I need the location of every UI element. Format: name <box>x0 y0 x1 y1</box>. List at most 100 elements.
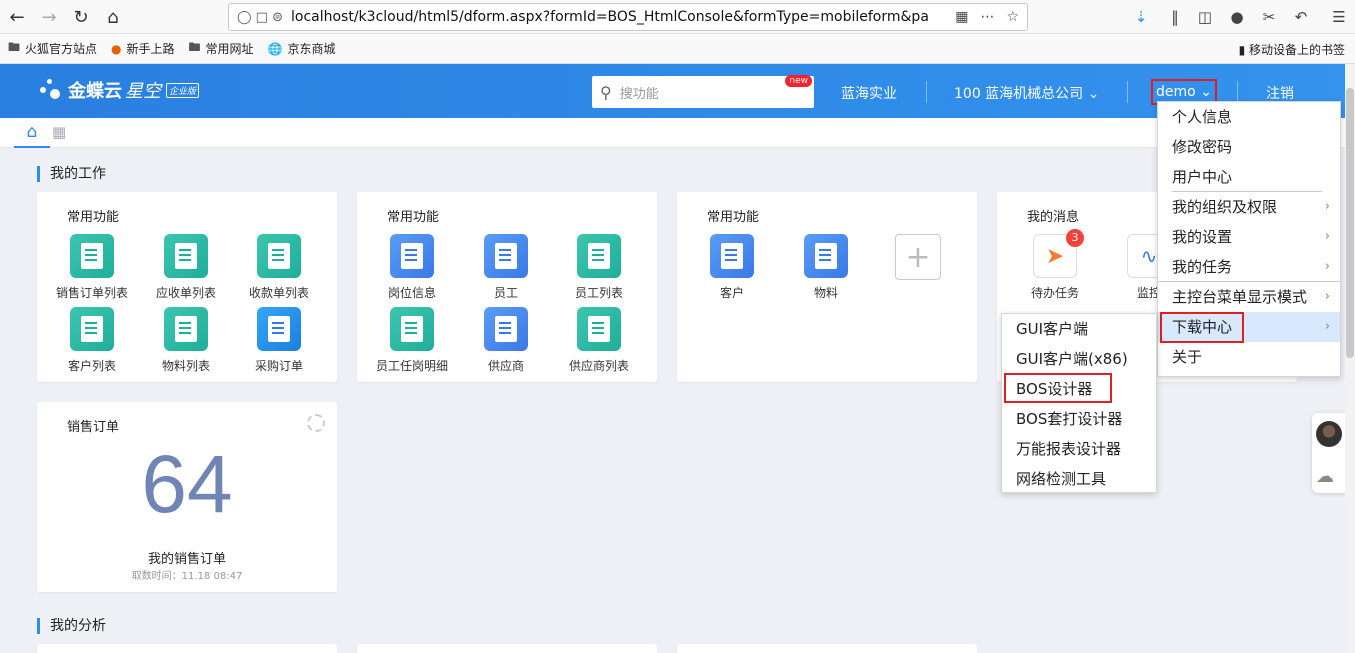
highlight-box <box>1004 373 1112 403</box>
divider <box>1127 81 1128 103</box>
common-functions-card: 常用功能 岗位信息 员工 员工列表 员工任岗明细 供应商 供应商列表 <box>357 192 657 382</box>
card-title: 销售订单 <box>67 420 120 435</box>
bookmark-item[interactable]: 🌐 京东商城 <box>268 40 336 57</box>
bookmark-star-icon[interactable]: ☆ <box>1006 9 1019 25</box>
chevron-right-icon: › <box>1324 259 1330 274</box>
screenshot-icon[interactable]: ✂ <box>1258 6 1280 28</box>
apps-grid-icon[interactable]: ▦ <box>52 123 72 143</box>
url-bar[interactable]: ◯ □ ⊜ localhost/k3cloud/html5/dform.aspx… <box>228 3 1028 31</box>
menu-item-network-tool[interactable]: 网络检测工具 <box>1002 464 1156 494</box>
menu-item-display-mode[interactable]: 主控台菜单显示模式 › <box>1158 282 1340 312</box>
divider <box>1237 81 1238 103</box>
qr-code-icon[interactable]: ▦ <box>955 9 968 25</box>
chevron-right-icon: › <box>1324 289 1330 304</box>
home-icon: ⌂ <box>26 122 38 142</box>
globe-icon: 🌐 <box>267 41 283 56</box>
menu-item-bos-print-designer[interactable]: BOS套打设计器 <box>1002 404 1156 434</box>
tile-purchase-order[interactable]: 采购订单 <box>239 307 319 374</box>
url-text[interactable]: localhost/k3cloud/html5/dform.aspx?formI… <box>291 9 947 25</box>
menu-item-about[interactable]: 关于 <box>1158 342 1340 372</box>
undo-icon[interactable]: ↶ <box>1290 6 1312 28</box>
doc-icon <box>804 234 848 278</box>
sales-order-label: 我的销售订单 <box>147 552 226 567</box>
tab-bar: ⌂ ▦ <box>0 118 1355 148</box>
list-doc-icon <box>164 234 208 278</box>
sales-order-count: 64 <box>141 439 233 530</box>
tile-position-info[interactable]: 岗位信息 <box>372 234 452 301</box>
refresh-icon[interactable] <box>307 414 325 432</box>
chevron-down-icon: ⌄ <box>1200 84 1212 100</box>
tile-customer[interactable]: 客户 <box>692 234 772 301</box>
menu-icon[interactable]: ☰ <box>1328 6 1350 28</box>
bookmark-item[interactable]: ● 新手上路 <box>111 40 175 57</box>
menu-item-user-center[interactable]: 用户中心 <box>1172 162 1322 192</box>
function-search[interactable]: ⚲ 搜功能 new <box>592 75 814 108</box>
download-icon[interactable]: ⇣ <box>1130 6 1152 28</box>
tile-sales-order-list[interactable]: 销售订单列表 <box>52 234 132 301</box>
forward-icon[interactable]: → <box>36 4 62 30</box>
app-logo[interactable]: 金蝶云 星空 企业版 <box>38 77 200 103</box>
edition-badge: 企业版 <box>166 82 200 98</box>
list-doc-icon <box>70 307 114 351</box>
menu-item-tasks[interactable]: 我的任务 › <box>1158 252 1340 282</box>
tile-employee-list[interactable]: 员工列表 <box>559 234 639 301</box>
tile-receipt-list[interactable]: 收款单列表 <box>239 234 319 301</box>
bookmark-item[interactable]: 🖿 常用网址 <box>189 38 254 59</box>
divider <box>926 81 927 103</box>
tile-material-list[interactable]: 物料列表 <box>146 307 226 374</box>
menu-item-org-permissions[interactable]: 我的组织及权限 › <box>1158 192 1340 222</box>
menu-item-gui-client[interactable]: GUI客户端 <box>1002 314 1156 344</box>
chevron-down-icon: ⌄ <box>1087 86 1100 102</box>
tile-receivable-list[interactable]: 应收单列表 <box>146 234 226 301</box>
mobile-bookmarks[interactable]: ▮ 移动设备上的书签 <box>1239 41 1345 58</box>
list-doc-icon <box>70 234 114 278</box>
tile-todo-tasks[interactable]: ➤ 3 待办任务 <box>1015 229 1095 301</box>
tile-customer-list[interactable]: 客户列表 <box>52 307 132 374</box>
plus-icon: + <box>905 239 931 275</box>
logout-link[interactable]: 注销 <box>1266 83 1294 103</box>
account-icon[interactable]: ● <box>1226 6 1248 28</box>
doc-icon <box>710 234 754 278</box>
menu-item-settings[interactable]: 我的设置 › <box>1158 222 1340 252</box>
chevron-right-icon: › <box>1324 199 1330 214</box>
doc-icon <box>390 234 434 278</box>
card-title: 我的消息 <box>1027 210 1080 225</box>
tab-home[interactable]: ⌂ <box>14 118 50 148</box>
home-icon[interactable]: ⌂ <box>100 4 126 30</box>
analysis-card <box>357 644 657 653</box>
highlight-box <box>1160 312 1244 343</box>
tile-material[interactable]: 物料 <box>786 234 866 301</box>
sidebar-icon[interactable]: ◫ <box>1194 6 1216 28</box>
doc-icon <box>484 307 528 351</box>
bookmark-item[interactable]: 🖿 火狐官方站点 <box>8 38 97 59</box>
paper-plane-icon: ➤ 3 <box>1033 229 1084 278</box>
menu-item-profile[interactable]: 个人信息 <box>1158 102 1340 132</box>
list-doc-icon <box>577 307 621 351</box>
menu-item-gui-client-x86[interactable]: GUI客户端(x86) <box>1002 344 1156 374</box>
tile-supplier[interactable]: 供应商 <box>466 307 546 374</box>
library-icon[interactable]: ‖ <box>1164 6 1186 28</box>
card-title: 常用功能 <box>67 210 120 225</box>
download-submenu: GUI客户端 GUI客户端(x86) BOS设计器 BOS套打设计器 万能报表设… <box>1001 313 1157 493</box>
company-selector[interactable]: 100 蓝海机械总公司 ⌄ <box>954 83 1099 103</box>
tile-supplier-list[interactable]: 供应商列表 <box>559 307 639 374</box>
site-info-icon[interactable]: ◯ □ ⊜ <box>237 10 283 25</box>
menu-item-report-designer[interactable]: 万能报表设计器 <box>1002 434 1156 464</box>
section-title-work: 我的工作 <box>37 166 106 182</box>
org-selector[interactable]: 蓝海实业 <box>841 83 897 103</box>
tile-employee-post-detail[interactable]: 员工任岗明细 <box>372 307 452 374</box>
menu-item-change-password[interactable]: 修改密码 <box>1158 132 1340 162</box>
add-function-button[interactable]: + <box>895 234 941 280</box>
list-doc-icon <box>577 234 621 278</box>
firefox-icon: ● <box>111 41 122 56</box>
section-title-analysis: 我的分析 <box>37 618 106 634</box>
sales-order-card[interactable]: 销售订单 64 我的销售订单 取数时间：11.18 08:47 <box>37 402 337 592</box>
tile-employee[interactable]: 员工 <box>466 234 546 301</box>
page-actions-icon[interactable]: ⋯ <box>980 9 994 25</box>
new-badge: new <box>785 75 812 87</box>
avatar[interactable] <box>1316 421 1342 447</box>
reload-icon[interactable]: ↻ <box>68 4 94 30</box>
back-icon[interactable]: ← <box>4 4 30 30</box>
cloud-icon[interactable]: ☁ <box>1316 466 1334 487</box>
scrollbar-thumb[interactable] <box>1346 88 1354 358</box>
